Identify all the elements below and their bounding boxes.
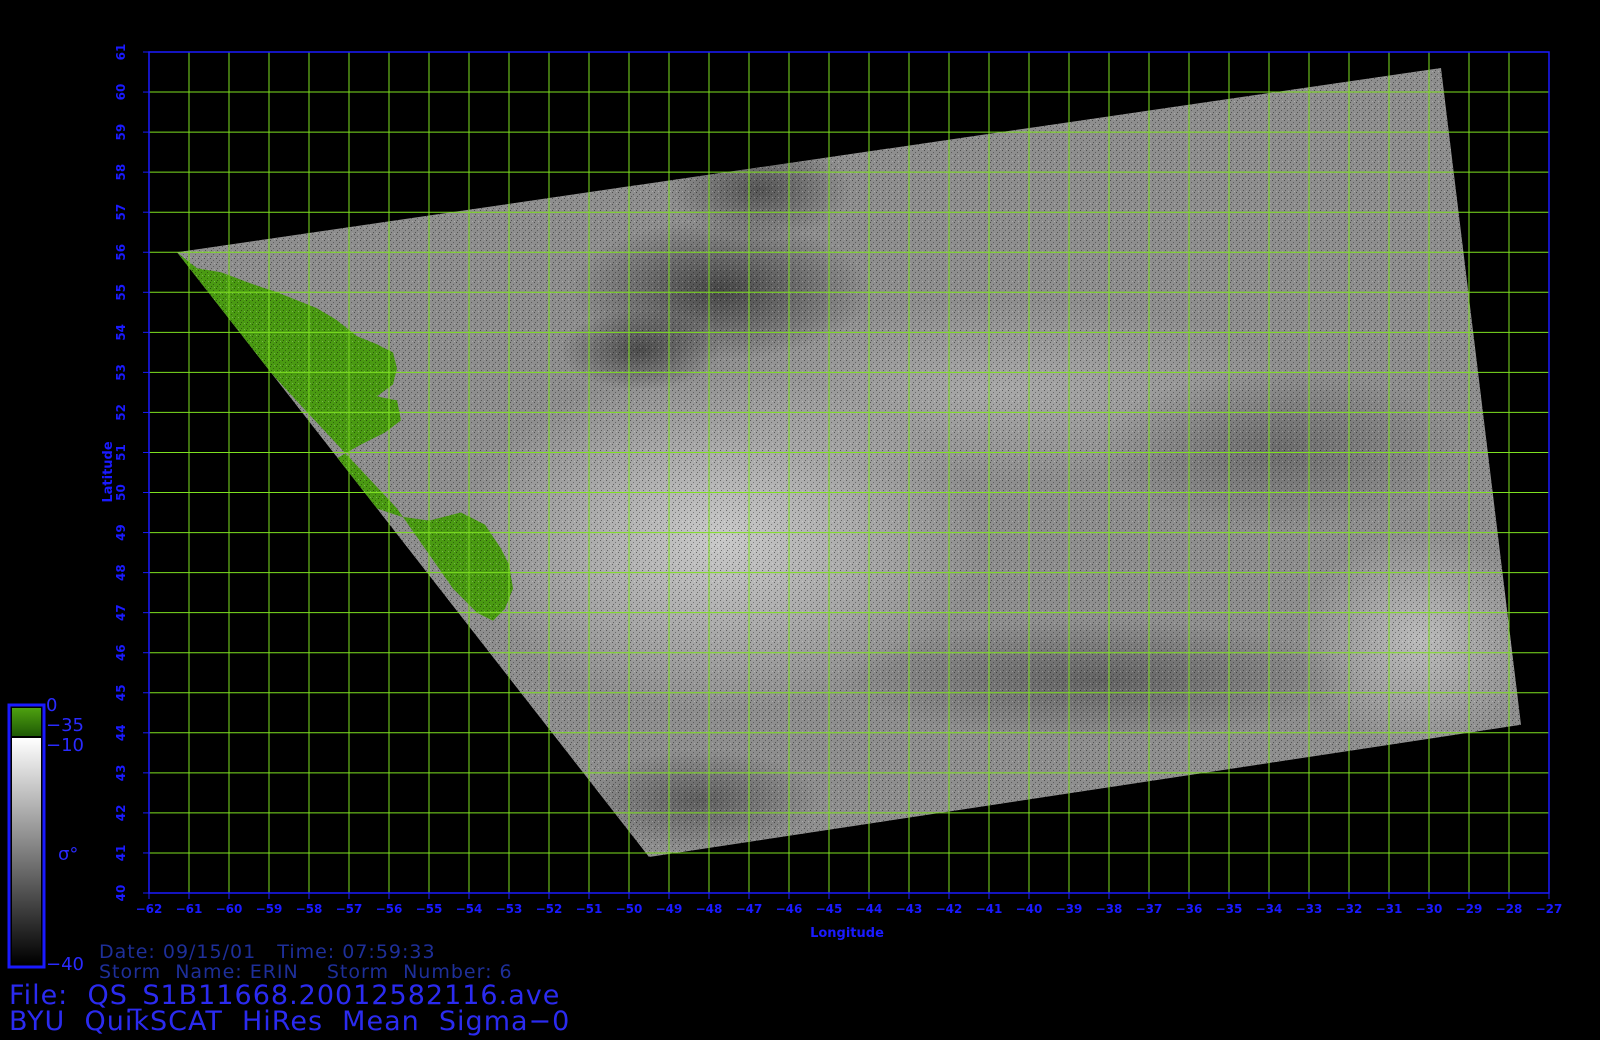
x-tick-label: −57 <box>336 902 363 916</box>
x-tick-label: −56 <box>376 902 403 916</box>
x-tick-label: −29 <box>1456 902 1483 916</box>
colorbar-land-top-label: 0 <box>46 695 58 716</box>
x-tick-label: −42 <box>936 902 963 916</box>
x-tick-label: −46 <box>776 902 803 916</box>
x-tick-label: −47 <box>736 902 763 916</box>
sigma0-swath <box>177 68 1521 857</box>
x-tick-label: −39 <box>1056 902 1083 916</box>
x-tick-label: −37 <box>1136 902 1163 916</box>
x-tick-label: −52 <box>536 902 563 916</box>
y-tick-label: 57 <box>114 204 128 221</box>
y-tick-label: 54 <box>114 324 128 341</box>
x-tick-label: −49 <box>656 902 683 916</box>
colorbar <box>7 703 46 969</box>
y-tick-label: 52 <box>114 404 128 421</box>
x-tick-label: −41 <box>976 902 1003 916</box>
x-tick-label: −55 <box>416 902 443 916</box>
x-tick-label: −27 <box>1536 902 1563 916</box>
colorbar-scale-top-label: −10 <box>46 735 84 756</box>
x-tick-label: −30 <box>1416 902 1443 916</box>
y-tick-label: 56 <box>114 244 128 261</box>
y-tick-label: 55 <box>114 284 128 301</box>
y-tick-label: 49 <box>114 524 128 541</box>
colorbar-gray-scale <box>12 738 41 964</box>
x-tick-label: −61 <box>176 902 203 916</box>
y-tick-label: 59 <box>114 124 128 141</box>
x-tick-label: −32 <box>1336 902 1363 916</box>
y-tick-label: 42 <box>114 805 128 822</box>
x-tick-label: −40 <box>1016 902 1043 916</box>
y-tick-label: 60 <box>114 84 128 101</box>
x-tick-label: −53 <box>496 902 523 916</box>
x-axis-label: Longitude <box>810 926 884 941</box>
x-tick-label: −44 <box>856 902 883 916</box>
x-tick-labels: −62 −61 −60 −59 −58 −57 −56 −55 −54 −53 −52 −51 −50−… <box>136 893 1563 916</box>
y-tick-label: 40 <box>114 885 128 902</box>
y-tick-label: 44 <box>114 724 128 741</box>
x-tick-label: −51 <box>576 902 603 916</box>
x-tick-label: −59 <box>256 902 283 916</box>
y-tick-label: 58 <box>114 164 128 181</box>
colorbar-scale-bottom-label: −40 <box>46 954 84 975</box>
colorbar-land-swatch <box>12 708 41 736</box>
colorbar-land-bottom-label: −35 <box>46 715 84 736</box>
x-tick-label: −48 <box>696 902 723 916</box>
y-tick-label: 50 <box>114 484 128 501</box>
y-tick-labels: 40 41 42 43 44 45 46 47 48 49 50 51 52 53 54 55 56 57 58 59… <box>114 44 149 902</box>
y-tick-label: 43 <box>114 765 128 782</box>
x-tick-label: −36 <box>1176 902 1203 916</box>
y-tick-label: 41 <box>114 845 128 862</box>
x-tick-label: −33 <box>1296 902 1323 916</box>
y-tick-label: 48 <box>114 564 128 581</box>
x-tick-label: −62 <box>136 902 163 916</box>
y-tick-label: 47 <box>114 604 128 621</box>
y-tick-label: 51 <box>114 444 128 461</box>
x-tick-label: −45 <box>816 902 843 916</box>
x-tick-label: −58 <box>296 902 323 916</box>
speckle-texture <box>177 68 1521 857</box>
y-tick-label: 45 <box>114 684 128 701</box>
x-tick-label: −43 <box>896 902 923 916</box>
y-tick-label: 53 <box>114 364 128 381</box>
x-tick-label: −60 <box>216 902 243 916</box>
x-tick-label: −50 <box>616 902 643 916</box>
y-tick-label: 46 <box>114 644 128 661</box>
x-tick-label: −35 <box>1216 902 1243 916</box>
x-tick-label: −38 <box>1096 902 1123 916</box>
map-plot: −62 −61 −60 −59 −58 −57 −56 −55 −54 −53 −52 −51 −50−… <box>7 44 1563 969</box>
x-tick-label: −54 <box>456 902 483 916</box>
product-title-line: BYU QuikSCAT HiRes Mean Sigma−0 <box>9 1006 571 1037</box>
x-tick-label: −28 <box>1496 902 1523 916</box>
colorbar-sigma-symbol: σ° <box>58 844 79 865</box>
x-tick-label: −34 <box>1256 902 1283 916</box>
y-tick-label: 61 <box>114 44 128 61</box>
x-tick-label: −31 <box>1376 902 1403 916</box>
y-axis-label: Latitude <box>101 441 116 503</box>
date-time-line: Date: 09/15/01 Time: 07:59:33 <box>99 941 436 963</box>
